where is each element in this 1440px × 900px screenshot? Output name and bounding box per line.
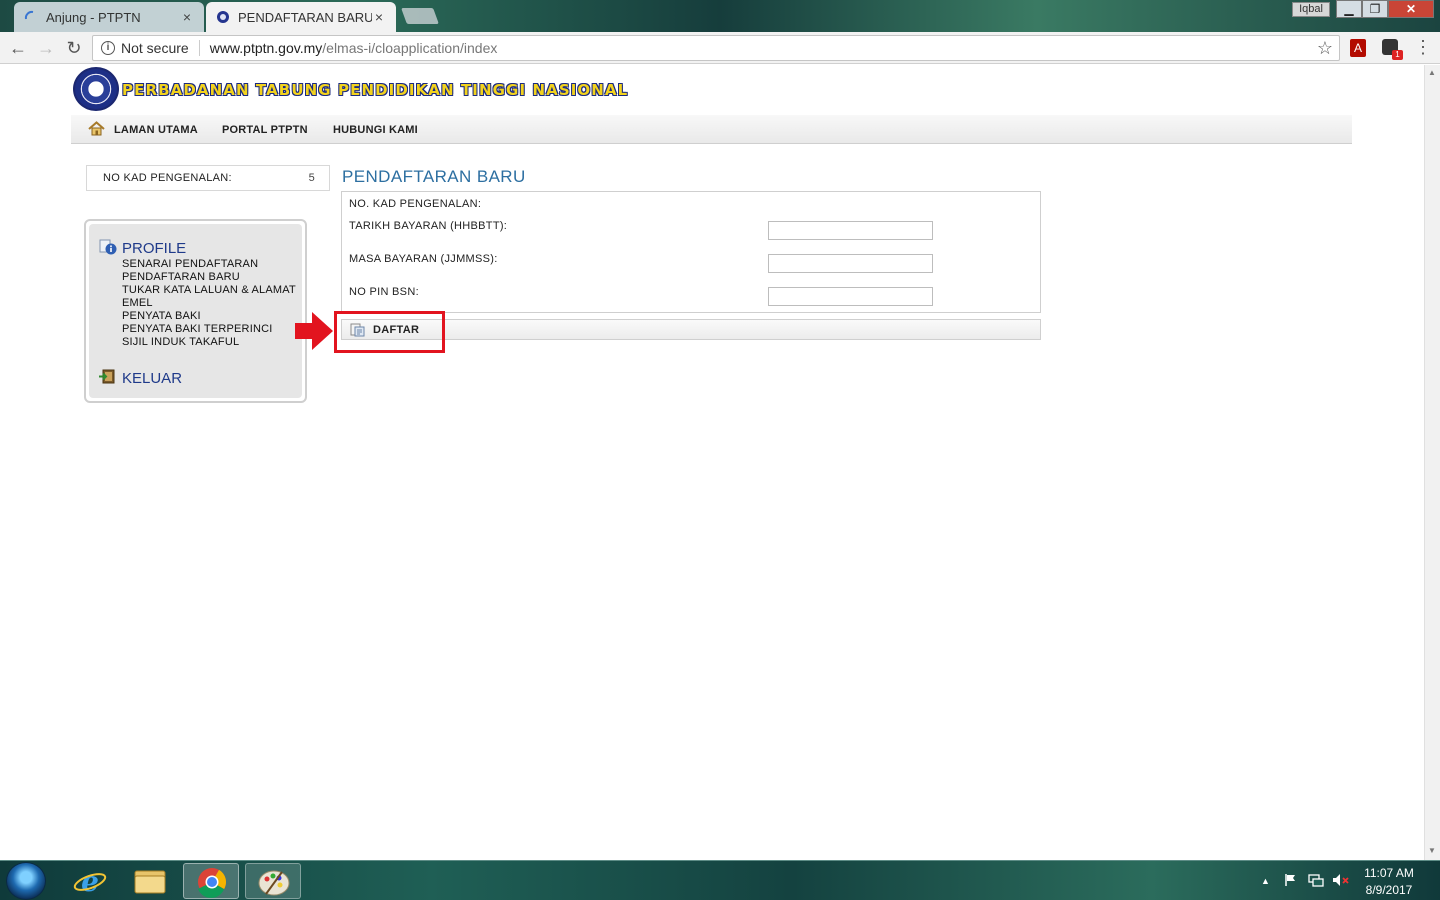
registration-form: NO. KAD PENGENALAN: TARIKH BAYARAN (HHBB… (341, 191, 1041, 313)
ptptn-favicon-icon (217, 11, 229, 23)
payment-date-input[interactable] (768, 221, 933, 240)
sidebar-item-penyata-baki[interactable]: PENYATA BAKI (122, 310, 296, 323)
paint-palette-icon (258, 870, 290, 896)
profile-section-title[interactable]: PROFILE (122, 240, 186, 257)
nav-laman-utama[interactable]: LAMAN UTAMA (114, 124, 198, 136)
profile-info-icon (99, 239, 117, 255)
tab-close-icon[interactable]: × (372, 9, 386, 25)
page-scrollbar[interactable] (1424, 65, 1440, 860)
address-bar[interactable]: i Not secure www.ptptn.gov.my/elmas-i/cl… (92, 35, 1340, 61)
tab-pendaftaran-baru[interactable]: PENDAFTARAN BARU × (206, 2, 396, 32)
reload-icon[interactable]: ↻ (62, 36, 86, 60)
browser-menu-icon[interactable]: ⋮ (1414, 37, 1432, 58)
sidebar-item-tukar-kata-laluan[interactable]: TUKAR KATA LALUAN & ALAMAT (122, 284, 296, 297)
page-title: PENDAFTARAN BARU (342, 167, 526, 186)
volume-muted-icon[interactable] (1332, 873, 1350, 887)
bsn-pin-label: NO PIN BSN: (349, 286, 419, 298)
profile-badge[interactable]: Iqbal (1292, 2, 1330, 17)
nav-portal-ptptn[interactable]: PORTAL PTPTN (222, 124, 308, 136)
site-logo-text: PERBADANAN TABUNG PENDIDIKAN TINGGI NASI… (122, 81, 629, 99)
sidebar-item-penyata-baki-terperinci[interactable]: PENYATA BAKI TERPERINCI (122, 323, 296, 336)
ic-label: NO KAD PENGENALAN: (103, 172, 232, 184)
minimize-button[interactable]: ▁ (1336, 0, 1362, 18)
svg-text:e: e (81, 865, 99, 898)
ic-value: 5 (308, 172, 315, 184)
site-navbar: LAMAN UTAMA PORTAL PTPTN HUBUNGI KAMI (71, 115, 1352, 144)
form-action-bar: DAFTAR (341, 319, 1041, 340)
logout-link[interactable]: KELUAR (122, 370, 182, 387)
ptptn-logo-seal (73, 67, 119, 111)
back-arrow-icon[interactable]: ← (6, 36, 30, 60)
annotation-highlight-box (334, 311, 445, 353)
browser-titlebar: Anjung - PTPTN × PENDAFTARAN BARU × Iqba… (0, 0, 1440, 32)
sidebar-item-senarai-pendaftaran[interactable]: SENARAI PENDAFTARAN (122, 258, 296, 271)
payment-time-input[interactable] (768, 254, 933, 273)
info-icon[interactable]: i (101, 41, 115, 55)
tab-title: Anjung - PTPTN (46, 9, 141, 25)
taskbar-paint[interactable] (245, 863, 301, 899)
sidebar-inner: PROFILE SENARAI PENDAFTARAN PENDAFTARAN … (89, 224, 302, 398)
home-icon[interactable] (88, 121, 105, 136)
scroll-down-icon[interactable]: ▼ (1428, 846, 1436, 855)
forward-arrow-icon[interactable]: → (34, 36, 58, 60)
close-window-button[interactable]: ✕ (1388, 0, 1434, 18)
security-label[interactable]: Not secure (121, 40, 200, 56)
scroll-up-icon[interactable]: ▲ (1428, 68, 1436, 77)
tab-anjung[interactable]: Anjung - PTPTN × (14, 2, 204, 32)
browser-toolbar: ← → ↻ i Not secure www.ptptn.gov.my/elma… (0, 32, 1440, 64)
bsn-pin-input[interactable] (768, 287, 933, 306)
start-button[interactable] (6, 862, 46, 900)
internet-explorer-icon: e (73, 865, 107, 898)
tab-close-icon[interactable]: × (180, 9, 194, 25)
url-host: www.ptptn.gov.my (209, 40, 323, 56)
extension-badge: 1 (1392, 50, 1403, 60)
payment-date-label: TARIKH BAYARAN (HHBBTT): (349, 220, 508, 232)
profile-links: SENARAI PENDAFTARAN PENDAFTARAN BARU TUK… (122, 258, 296, 349)
clock-time[interactable]: 11:07 AM (1364, 866, 1414, 880)
taskbar-chrome[interactable] (183, 863, 239, 899)
loading-icon (24, 10, 34, 20)
show-hidden-icons[interactable]: ▲ (1261, 876, 1270, 886)
ic-field-label: NO. KAD PENGENALAN: (349, 198, 482, 210)
network-icon[interactable] (1308, 873, 1324, 887)
windows-taskbar: e ▲ 11:07 AM 8/9/2017 (0, 860, 1440, 900)
sidebar-item-emel[interactable]: EMEL (122, 297, 296, 310)
folder-icon (134, 870, 166, 894)
clock-date[interactable]: 8/9/2017 (1364, 883, 1414, 897)
taskbar-file-explorer[interactable] (122, 863, 178, 899)
sidebar-item-sijil-induk-takaful[interactable]: SIJIL INDUK TAKAFUL (122, 336, 296, 349)
url-path: /elmas-i/cloapplication/index (322, 40, 498, 56)
action-center-flag-icon[interactable] (1284, 873, 1298, 887)
ic-number-box: NO KAD PENGENALAN: 5 (86, 165, 330, 191)
chrome-icon (198, 868, 226, 898)
annotation-arrow-icon (295, 312, 333, 350)
new-tab-button[interactable] (401, 8, 439, 24)
taskbar-internet-explorer[interactable]: e (62, 863, 118, 899)
nav-hubungi-kami[interactable]: HUBUNGI KAMI (333, 124, 418, 136)
payment-time-label: MASA BAYARAN (JJMMSS): (349, 253, 498, 265)
page-viewport: PERBADANAN TABUNG PENDIDIKAN TINGGI NASI… (0, 65, 1424, 860)
tab-title: PENDAFTARAN BARU (238, 9, 372, 25)
acrobat-extension-icon[interactable]: A (1350, 39, 1366, 57)
logout-door-icon (99, 369, 115, 384)
maximize-button[interactable]: ❐ (1362, 0, 1388, 18)
sidebar-item-pendaftaran-baru[interactable]: PENDAFTARAN BARU (122, 271, 296, 284)
sidebar-menu: PROFILE SENARAI PENDAFTARAN PENDAFTARAN … (84, 219, 307, 403)
bookmark-star-icon[interactable]: ☆ (1317, 38, 1333, 59)
